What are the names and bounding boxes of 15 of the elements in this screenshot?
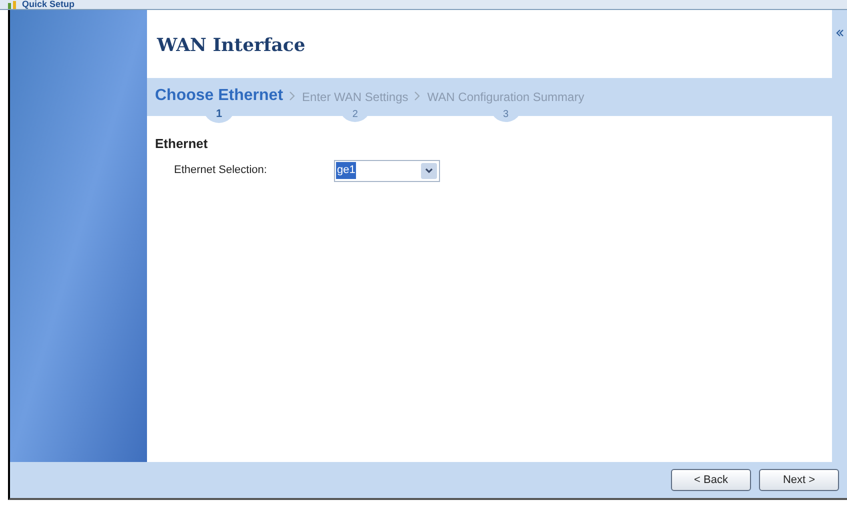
field-label: Ethernet Selection: xyxy=(174,163,268,178)
dropdown-icon xyxy=(421,162,437,178)
step-label: Enter WAN Settings xyxy=(302,89,408,106)
step-label: Choose Ethernet xyxy=(155,87,284,105)
section-title: Ethernet xyxy=(154,135,209,153)
page-title: WAN Interface xyxy=(156,34,306,58)
window-title: Quick Setup xyxy=(22,0,75,9)
chevron-icon xyxy=(289,91,296,101)
ethernet-select[interactable]: ge1 xyxy=(334,160,440,182)
back-button[interactable]: < Back xyxy=(671,469,751,491)
chevron-icon xyxy=(414,91,422,101)
next-button[interactable]: Next > xyxy=(759,469,839,491)
collapse-icon[interactable] xyxy=(834,28,844,38)
app-icon xyxy=(8,0,18,8)
step-label: WAN Configuration Summary xyxy=(427,89,584,106)
